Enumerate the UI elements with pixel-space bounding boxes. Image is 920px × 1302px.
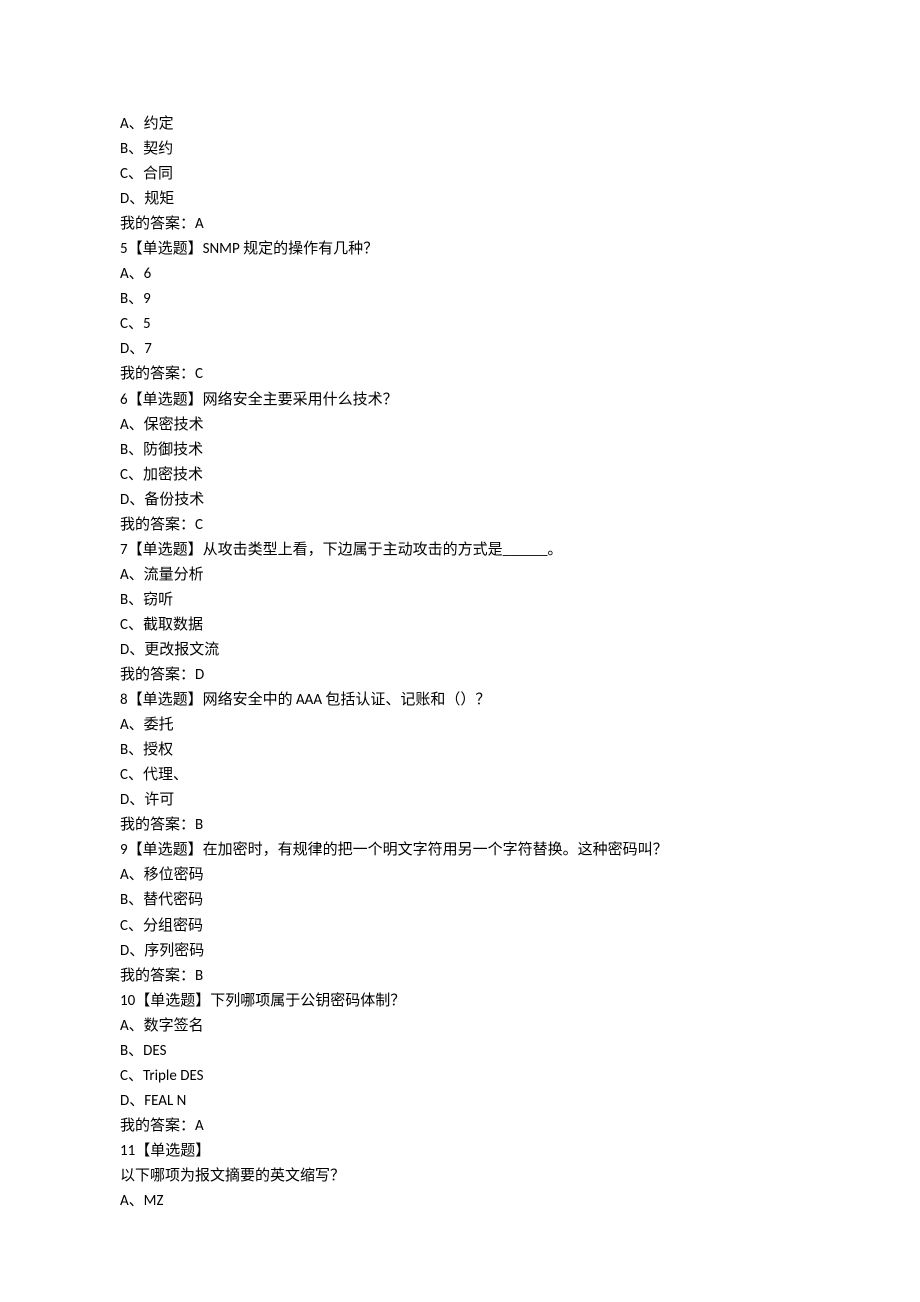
text-line: A、6 — [120, 262, 800, 287]
text-line: B、窃听 — [120, 588, 800, 613]
text-line: 我的答案：B — [120, 964, 800, 989]
text-line: A、流量分析 — [120, 563, 800, 588]
text-line: 10【单选题】下列哪项属于公钥密码体制？ — [120, 989, 800, 1014]
text-line: 以下哪项为报文摘要的英文缩写？ — [120, 1164, 800, 1189]
text-line: C、加密技术 — [120, 463, 800, 488]
text-line: D、许可 — [120, 788, 800, 813]
text-line: D、7 — [120, 337, 800, 362]
text-line: D、备份技术 — [120, 488, 800, 513]
text-line: 我的答案：C — [120, 362, 800, 387]
text-line: 我的答案：D — [120, 663, 800, 688]
text-line: A、约定 — [120, 112, 800, 137]
content-container: A、约定B、契约C、合同D、规矩我的答案：A5【单选题】SNMP 规定的操作有几… — [120, 112, 800, 1214]
text-line: A、MZ — [120, 1189, 800, 1214]
text-line: 7【单选题】从攻击类型上看，下边属于主动攻击的方式是______。 — [120, 538, 800, 563]
text-line: A、保密技术 — [120, 413, 800, 438]
text-line: B、替代密码 — [120, 888, 800, 913]
text-line: 9【单选题】在加密时，有规律的把一个明文字符用另一个字符替换。这种密码叫？ — [120, 838, 800, 863]
text-line: D、序列密码 — [120, 939, 800, 964]
text-line: C、合同 — [120, 162, 800, 187]
text-line: 8【单选题】网络安全中的 AAA 包括认证、记账和（）？ — [120, 688, 800, 713]
text-line: D、规矩 — [120, 187, 800, 212]
text-line: D、FEAL N — [120, 1089, 800, 1114]
text-line: 我的答案：B — [120, 813, 800, 838]
text-line: C、代理、 — [120, 763, 800, 788]
text-line: B、授权 — [120, 738, 800, 763]
text-line: 我的答案：C — [120, 513, 800, 538]
text-line: C、5 — [120, 312, 800, 337]
text-line: C、分组密码 — [120, 914, 800, 939]
document-page: A、约定B、契约C、合同D、规矩我的答案：A5【单选题】SNMP 规定的操作有几… — [0, 0, 920, 1302]
text-line: 我的答案：A — [120, 212, 800, 237]
text-line: A、委托 — [120, 713, 800, 738]
text-line: 6【单选题】网络安全主要采用什么技术？ — [120, 388, 800, 413]
text-line: 我的答案：A — [120, 1114, 800, 1139]
text-line: A、移位密码 — [120, 863, 800, 888]
text-line: B、契约 — [120, 137, 800, 162]
text-line: B、9 — [120, 287, 800, 312]
text-line: D、更改报文流 — [120, 638, 800, 663]
text-line: B、防御技术 — [120, 438, 800, 463]
text-line: 11【单选题】 — [120, 1139, 800, 1164]
text-line: 5【单选题】SNMP 规定的操作有几种？ — [120, 237, 800, 262]
text-line: C、Triple DES — [120, 1064, 800, 1089]
text-line: A、数字签名 — [120, 1014, 800, 1039]
text-line: B、DES — [120, 1039, 800, 1064]
text-line: C、截取数据 — [120, 613, 800, 638]
